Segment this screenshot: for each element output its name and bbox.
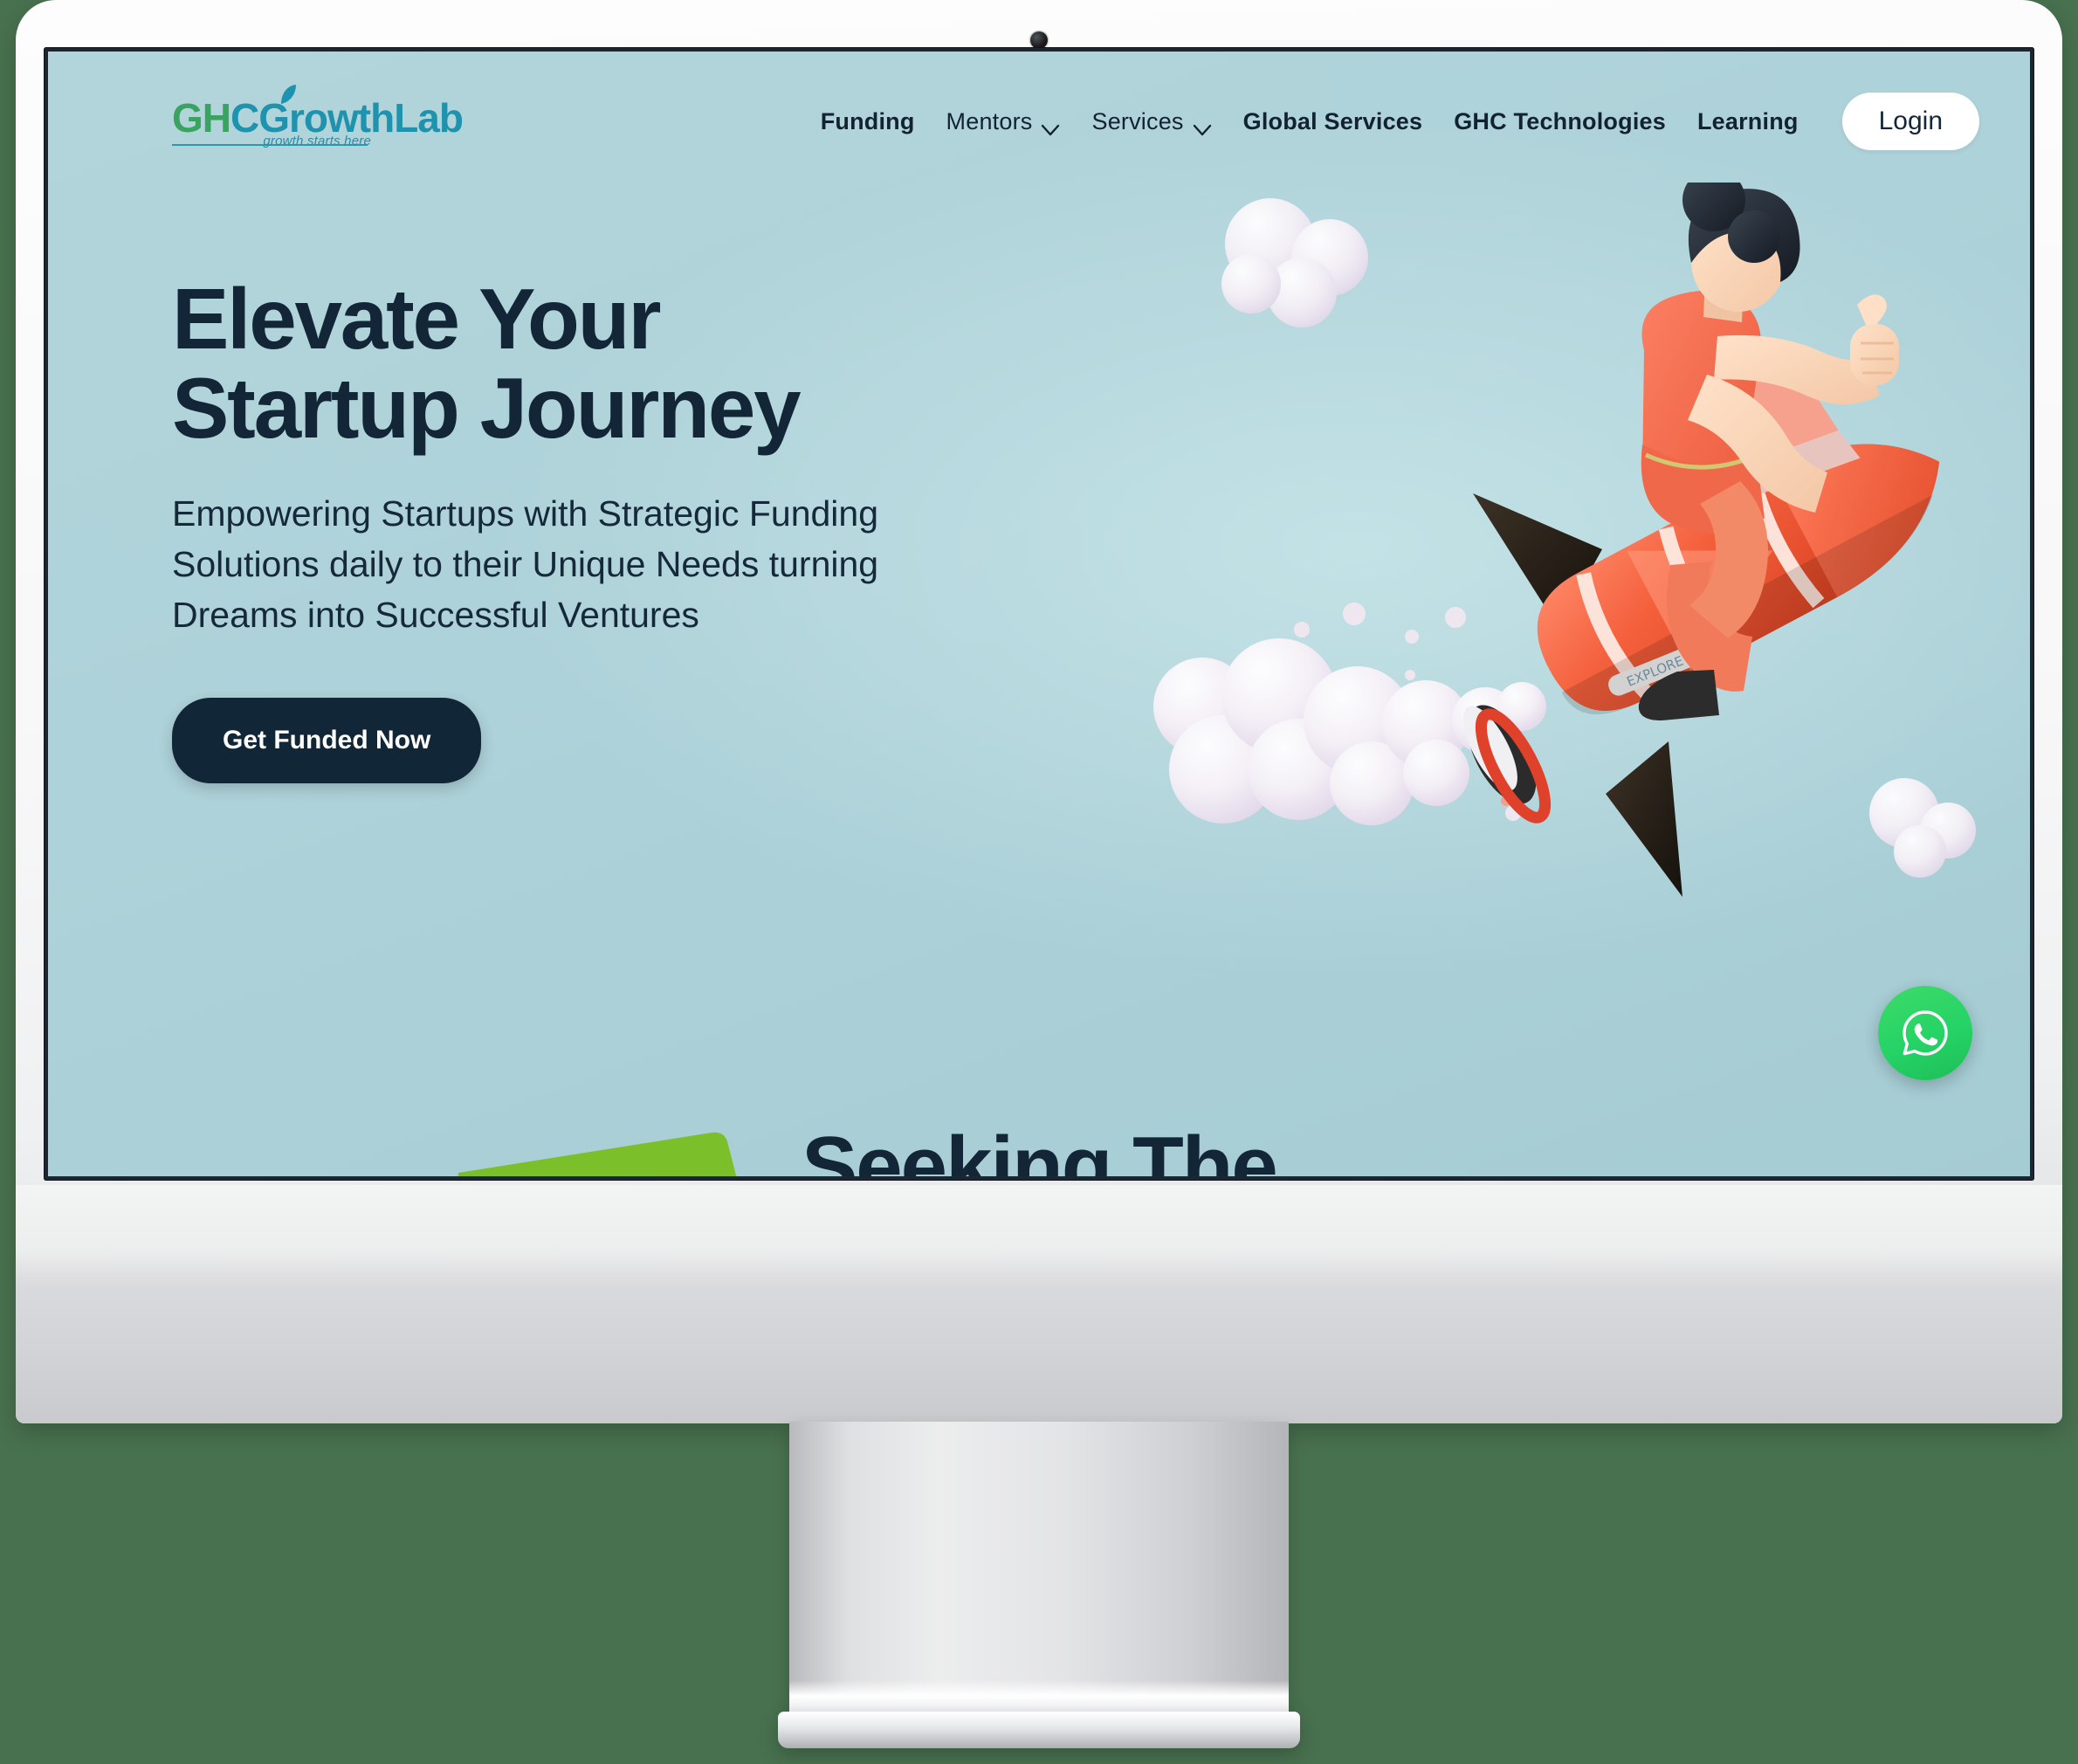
hero-heading-line1: Elevate Your	[172, 271, 661, 367]
site-header: GHCGrowthLab growth starts here Funding …	[48, 52, 2030, 191]
ember-specks	[1501, 651, 1558, 806]
logo-part-c: C	[231, 94, 259, 141]
logo-tagline: growth starts here	[263, 133, 371, 148]
cloud-speckles	[1294, 603, 1521, 821]
nav-item-learning[interactable]: Learning	[1697, 108, 1799, 135]
webcam-icon	[1030, 31, 1048, 49]
cloud-small-right	[1869, 778, 1976, 878]
logo-underline: growth starts here	[172, 134, 371, 148]
nav-label: Services	[1091, 107, 1184, 134]
nav-item-ghc-technologies[interactable]: GHC Technologies	[1454, 108, 1666, 135]
hero-subtitle: Empowering Startups with Strategic Fundi…	[172, 493, 879, 636]
nav-label: GHC Technologies	[1454, 107, 1666, 134]
nav-label: Learning	[1696, 107, 1799, 134]
hero-illustration: EXPLORE	[1148, 169, 2021, 899]
thumbs-up-hand	[1850, 294, 1899, 385]
cloud-exhaust	[1153, 638, 1546, 825]
brand-logo[interactable]: GHCGrowthLab growth starts here	[172, 84, 464, 148]
rocket-fin-top	[1473, 493, 1602, 628]
screenshot-stage: EXPLORE GHCGrowthLab growth starts here …	[0, 0, 2078, 1764]
logo-part-gh: GH	[172, 94, 231, 141]
nav-item-services[interactable]: Services	[1091, 107, 1212, 136]
cloud-small-top	[1221, 198, 1368, 327]
hero-heading: Elevate Your Startup Journey	[172, 274, 1124, 456]
logo-wordmark: GHCGrowthLab	[172, 94, 464, 141]
monitor-body: EXPLORE GHCGrowthLab growth starts here …	[16, 0, 2062, 1423]
next-section-heading: Seeking The	[802, 1120, 1278, 1176]
nav-item-funding[interactable]: Funding	[821, 108, 915, 135]
nav-label: Global Services	[1242, 107, 1423, 134]
get-funded-now-button[interactable]: Get Funded Now	[172, 698, 482, 784]
laptop	[1698, 357, 1861, 513]
svg-text:EXPLORE: EXPLORE	[1625, 653, 1686, 690]
hero-heading-line2: Startup Journey	[172, 359, 802, 456]
nav-item-global-services[interactable]: Global Services	[1243, 108, 1423, 135]
leaf-icon	[279, 84, 298, 105]
screen-viewport: EXPLORE GHCGrowthLab growth starts here …	[48, 52, 2030, 1176]
nav-label: Funding	[820, 107, 915, 134]
monitor-chin	[16, 1185, 2062, 1423]
chevron-down-icon	[1041, 115, 1060, 136]
monitor-stand-base	[778, 1712, 1300, 1748]
whatsapp-icon	[1903, 1010, 1948, 1056]
nav-item-mentors[interactable]: Mentors	[946, 107, 1061, 136]
nav-label: Mentors	[946, 107, 1033, 134]
rocket-nozzle	[1463, 705, 1552, 823]
rocket-fin-bottom	[1606, 741, 1682, 897]
login-button[interactable]: Login	[1841, 93, 1979, 150]
chevron-down-icon	[1193, 115, 1212, 136]
monitor-stand-neck	[789, 1422, 1289, 1715]
rocket-body: EXPLORE	[1537, 444, 1940, 715]
hero-section: Elevate Your Startup Journey Empowering …	[172, 274, 1124, 784]
whatsapp-chat-button[interactable]	[1878, 986, 1972, 1080]
main-navigation: Funding Mentors Services Global Services…	[821, 93, 1979, 150]
person-rider	[1638, 169, 1899, 720]
screen-bezel: EXPLORE GHCGrowthLab growth starts here …	[44, 47, 2034, 1181]
